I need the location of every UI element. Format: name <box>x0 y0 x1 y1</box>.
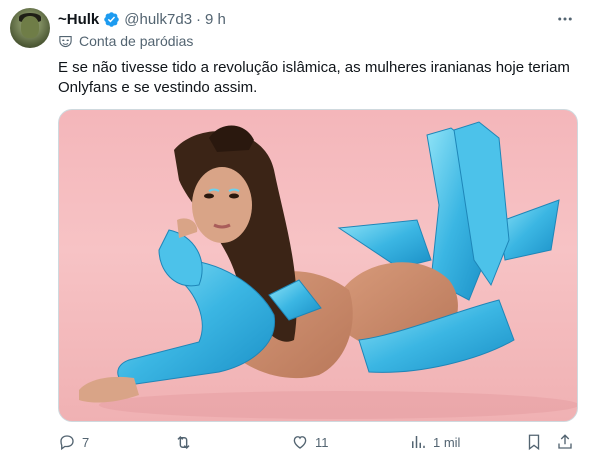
views-count: 1 mil <box>433 434 461 450</box>
more-options-button[interactable] <box>555 10 575 28</box>
parody-mask-icon <box>58 34 73 49</box>
display-name[interactable]: ~Hulk <box>58 11 99 28</box>
views-icon <box>412 436 425 448</box>
like-icon <box>293 436 307 449</box>
tweet-media-image[interactable] <box>58 109 578 422</box>
share-button[interactable] <box>556 430 574 454</box>
verified-badge-icon <box>103 11 120 28</box>
handle[interactable]: @hulk7d3 <box>124 11 192 28</box>
photo-illustration <box>79 121 577 419</box>
separator-dot: · <box>196 10 202 28</box>
avatar-face <box>21 16 39 38</box>
more-icon <box>558 17 572 21</box>
like-count: 11 <box>315 434 329 450</box>
views-button[interactable]: 1 mil <box>409 430 460 454</box>
tweet-header: ~Hulk @hulk7d3 · 9 h <box>58 9 226 29</box>
bookmark-button[interactable] <box>525 430 543 454</box>
bookmark-icon <box>528 434 540 451</box>
timestamp[interactable]: 9 h <box>205 11 226 28</box>
reply-count: 7 <box>82 434 90 450</box>
parody-label-text: Conta de paródias <box>79 33 194 49</box>
retweet-icon <box>177 435 190 449</box>
tweet-text: E se não tivesse tido a revolução islâmi… <box>58 59 570 96</box>
share-icon <box>558 434 572 449</box>
action-bar: 7 11 1 mil <box>58 430 578 454</box>
parody-account-label: Conta de paródias <box>58 33 193 49</box>
avatar[interactable] <box>10 8 50 48</box>
reply-button[interactable]: 7 <box>58 430 89 454</box>
like-button[interactable]: 11 <box>291 430 329 454</box>
reply-icon <box>60 435 74 451</box>
retweet-button[interactable] <box>174 430 199 454</box>
